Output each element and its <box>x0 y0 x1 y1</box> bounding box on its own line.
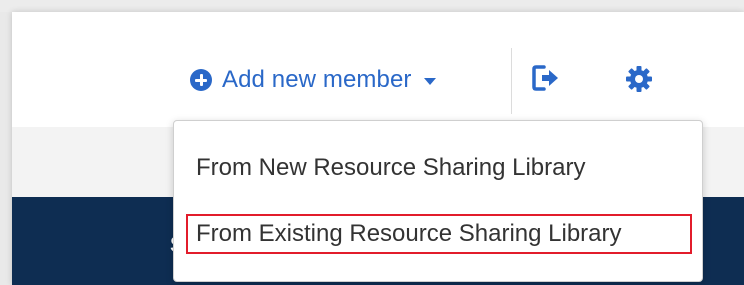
plus-circle-icon <box>190 69 212 91</box>
caret-down-icon <box>423 77 436 85</box>
window-top-edge <box>0 0 744 12</box>
logout-icon[interactable] <box>532 64 560 92</box>
gear-icon[interactable] <box>624 64 654 94</box>
menu-item-from-existing-library[interactable]: From Existing Resource Sharing Library <box>186 214 692 254</box>
add-new-member-button[interactable]: Add new member <box>190 66 436 94</box>
add-new-member-label: Add new member <box>222 66 412 93</box>
menu-item-from-new-library[interactable]: From New Resource Sharing Library <box>186 148 691 188</box>
toolbar: Add new member <box>190 56 436 104</box>
toolbar-divider <box>511 48 512 114</box>
add-member-dropdown-menu: From New Resource Sharing Library From E… <box>173 120 703 282</box>
